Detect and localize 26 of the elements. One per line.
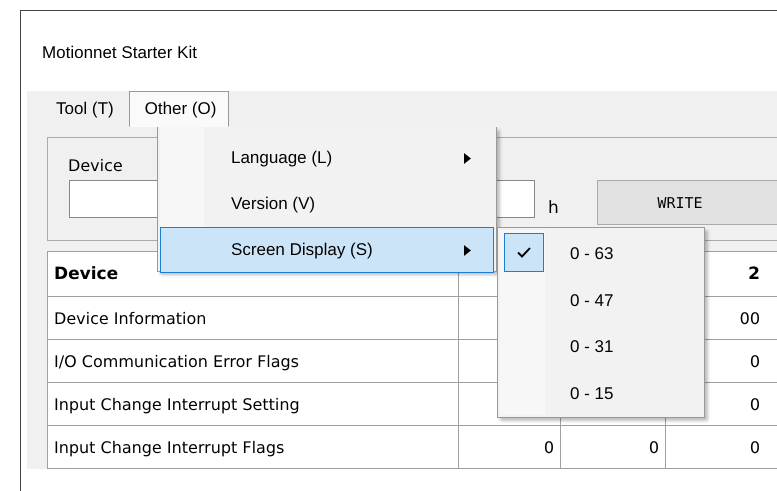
menu-item[interactable]: Tool (T) [47, 91, 127, 127]
table-cell: Input Change Interrupt Setting [54, 394, 300, 414]
table-cell: 0 [544, 438, 554, 456]
group-label: Device [68, 156, 123, 175]
table-cell: 0 [648, 438, 659, 456]
menu-entry[interactable]: Screen Display (S) [160, 227, 494, 273]
table-cell: Device Information [54, 308, 206, 328]
table-cell: 0 [750, 438, 760, 456]
column-header: Device [54, 264, 118, 284]
table-cell: 00 [740, 308, 760, 328]
column-header: 2 [748, 264, 760, 284]
table-cell: I/O Communication Error Flags [54, 352, 300, 370]
menu-entry[interactable]: Version (V) [160, 181, 494, 227]
unit-label: h [548, 198, 559, 218]
window-title: Motionnet Starter Kit [42, 42, 197, 62]
table-cell: 0 [750, 394, 760, 414]
menu-entry[interactable]: 0 - 63 [570, 244, 614, 264]
table-cell: Input Change Interrupt Flags [54, 438, 284, 456]
menu-entry[interactable]: Language (L) [160, 135, 494, 181]
menu-entry[interactable]: 0 - 15 [570, 384, 614, 404]
check-icon [517, 247, 531, 258]
menu-item[interactable]: Other (O) [128, 91, 230, 127]
write-button[interactable]: WRITE [597, 180, 777, 225]
menu-entry[interactable]: 0 - 31 [570, 337, 614, 358]
menu-entry[interactable]: 0 - 47 [570, 290, 614, 311]
table-cell: 0 [750, 352, 760, 370]
